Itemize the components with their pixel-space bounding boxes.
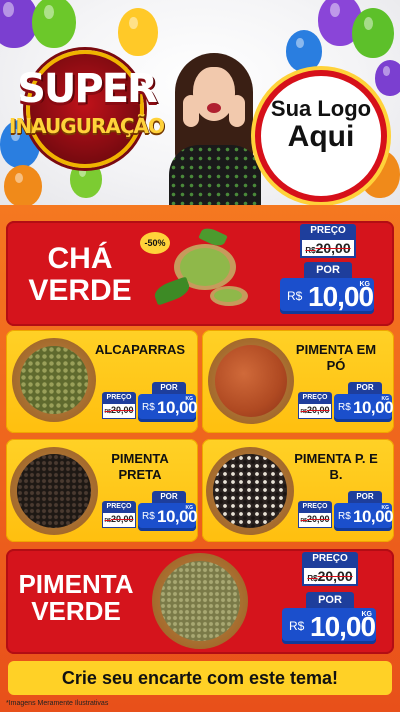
header-banner: SUPER INAUGURAÇÃO Sua Logo Aqui <box>0 0 400 205</box>
product-price: PREÇO R$20,00 POR R$ 10,00 KG <box>100 382 198 424</box>
pimenta-em-po-bowl-image <box>208 338 294 424</box>
pimenta-verde-bowl-image <box>152 553 248 649</box>
new-price: R$ 10,00 KG <box>282 608 376 644</box>
balloon-orange <box>4 165 42 205</box>
product-card-pimenta-p-e-b: PIMENTA P. E B. PREÇO R$20,00 POR R$ 10,… <box>202 439 394 542</box>
product-name: ALCAPARRAS <box>94 342 186 357</box>
pimenta-preta-bowl-image <box>10 447 98 535</box>
product-card-pimenta-em-po: PIMENTA EM PÓ PREÇO R$20,00 POR R$ 10,00… <box>202 330 394 433</box>
product-name: PIMENTA PRETA <box>111 451 169 483</box>
old-price: R$20,00 <box>302 566 358 586</box>
logo-text-line1: Sua Logo <box>270 96 372 121</box>
product-price: PREÇO R$20,00 POR R$ 10,00 KG <box>296 491 394 533</box>
badge-title: SUPER <box>17 66 158 112</box>
footnote: *Imagens Meramente Ilustrativas <box>6 700 109 707</box>
new-price: R$ 10,00 KG <box>280 278 374 314</box>
featured-name: CHÁ VERDE <box>28 242 132 307</box>
super-inauguracao-badge: SUPER INAUGURAÇÃO <box>4 46 169 168</box>
product-price: PREÇO R$20,00 POR R$ 10,00 KG <box>296 382 394 424</box>
store-logo-placeholder: Sua Logo Aqui <box>255 70 387 202</box>
logo-text-line2: Aqui <box>287 120 355 153</box>
price-label: PREÇO <box>302 552 358 566</box>
model-photo <box>165 45 265 205</box>
price-label: PREÇO <box>300 224 356 238</box>
balloon-blue-2 <box>286 30 322 72</box>
product-name: PIMENTA P. E B. <box>294 451 378 483</box>
product-card-pimenta-preta: PIMENTA PRETA PREÇO R$20,00 POR R$ 10,00… <box>6 439 198 542</box>
cta-banner[interactable]: Crie seu encarte com este tema! <box>8 661 392 695</box>
featured-name: PIMENTA VERDE <box>18 569 134 627</box>
featured-bottom-price: PREÇO R$20,00 POR R$ 10,00 KG <box>280 552 376 650</box>
balloon-green-3 <box>352 8 394 58</box>
old-price: R$20,00 <box>300 238 356 258</box>
product-name: PIMENTA EM PÓ <box>295 342 377 374</box>
por-label: POR <box>304 262 352 278</box>
green-tea-image <box>152 225 250 318</box>
pimenta-p-e-b-bowl-image <box>206 447 294 535</box>
product-price: PREÇO R$20,00 POR R$ 10,00 KG <box>100 491 198 533</box>
balloon-purple-3 <box>375 60 400 96</box>
balloon-green <box>32 0 76 48</box>
product-card-alcaparras: ALCAPARRAS PREÇO R$20,00 POR R$ 10,00 KG <box>6 330 198 433</box>
badge-subtitle: INAUGURAÇÃO <box>9 114 165 138</box>
featured-top-price: PREÇO R$20,00 POR R$ 10,00 KG <box>278 224 374 322</box>
alcaparras-bowl-image <box>12 338 96 422</box>
por-label: POR <box>306 592 354 608</box>
